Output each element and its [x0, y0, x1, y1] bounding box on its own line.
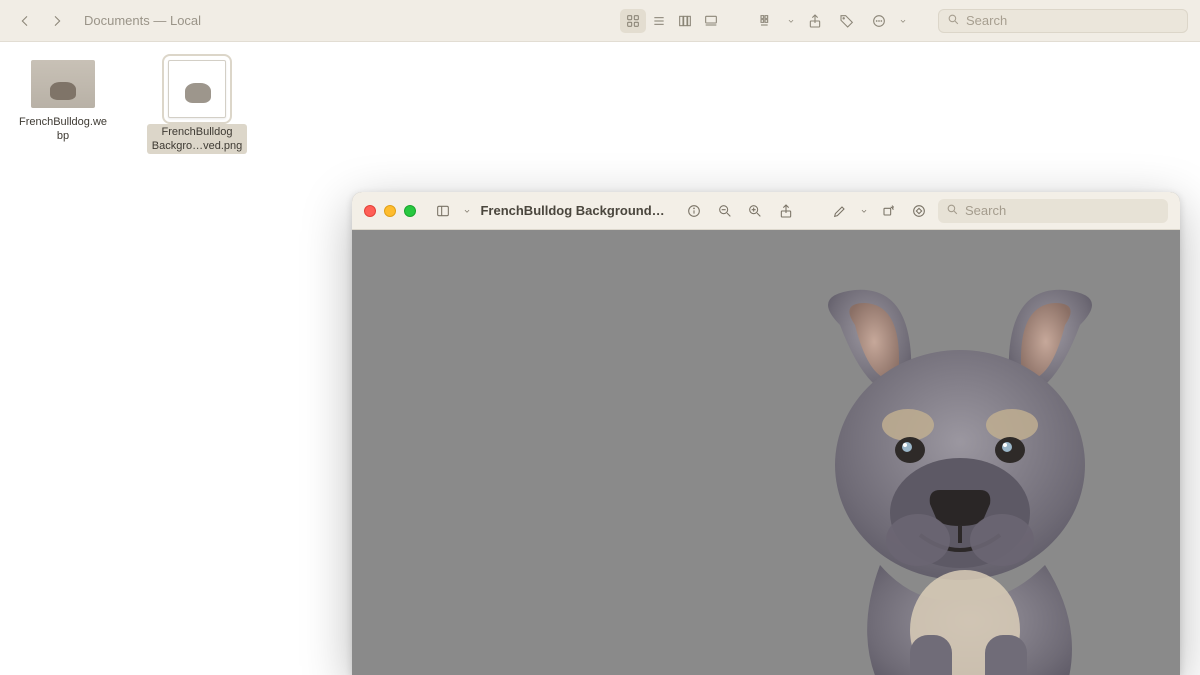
window-close-button[interactable]: [364, 205, 376, 217]
file-label[interactable]: FrenchBulldog.webp: [13, 114, 113, 144]
action-menu-button[interactable]: [866, 9, 892, 33]
markup-chevron-icon[interactable]: [859, 199, 869, 223]
file-label[interactable]: FrenchBulldog Backgro…ved.png: [147, 124, 247, 154]
window-zoom-button[interactable]: [404, 205, 416, 217]
back-button[interactable]: [12, 9, 38, 33]
action-menu-chevron-icon[interactable]: [898, 9, 908, 33]
selection-tool-button[interactable]: [908, 199, 930, 223]
preview-window: FrenchBulldog Background Rem…: [352, 192, 1180, 675]
finder-search-placeholder: Search: [966, 13, 1007, 28]
window-minimize-button[interactable]: [384, 205, 396, 217]
preview-search-placeholder: Search: [965, 203, 1006, 218]
view-mode-group: [620, 9, 724, 33]
finder-title: Documents — Local: [84, 13, 201, 28]
sidebar-toggle-button[interactable]: [432, 199, 454, 223]
image-canvas[interactable]: [352, 230, 1180, 675]
preview-search-input[interactable]: Search: [938, 199, 1168, 223]
zoom-in-button[interactable]: [744, 199, 766, 223]
info-button[interactable]: [683, 199, 705, 223]
finder-search-input[interactable]: Search: [938, 9, 1188, 33]
markup-button[interactable]: [829, 199, 851, 223]
preview-title: FrenchBulldog Background Rem…: [480, 203, 667, 218]
sidebar-chevron-icon[interactable]: [462, 199, 472, 223]
file-thumbnail-icon: [168, 60, 226, 118]
icon-view-button[interactable]: [620, 9, 646, 33]
bulldog-image: [760, 285, 1160, 675]
finder-toolbar: Documents — Local: [0, 0, 1200, 42]
share-button[interactable]: [802, 9, 828, 33]
file-item[interactable]: FrenchBulldog.webp: [8, 60, 118, 144]
gallery-view-button[interactable]: [698, 9, 724, 33]
file-thumbnail-icon: [31, 60, 95, 108]
list-view-button[interactable]: [646, 9, 672, 33]
rotate-button[interactable]: [877, 199, 899, 223]
zoom-out-button[interactable]: [714, 199, 736, 223]
column-view-button[interactable]: [672, 9, 698, 33]
traffic-lights: [364, 205, 416, 217]
search-icon: [947, 13, 960, 29]
forward-button[interactable]: [44, 9, 70, 33]
group-by-button[interactable]: [754, 9, 780, 33]
tags-button[interactable]: [834, 9, 860, 33]
share-button[interactable]: [775, 199, 797, 223]
file-item[interactable]: FrenchBulldog Backgro…ved.png: [142, 60, 252, 154]
group-by-chevron-icon[interactable]: [786, 9, 796, 33]
preview-toolbar: FrenchBulldog Background Rem…: [352, 192, 1180, 230]
search-icon: [946, 203, 959, 219]
